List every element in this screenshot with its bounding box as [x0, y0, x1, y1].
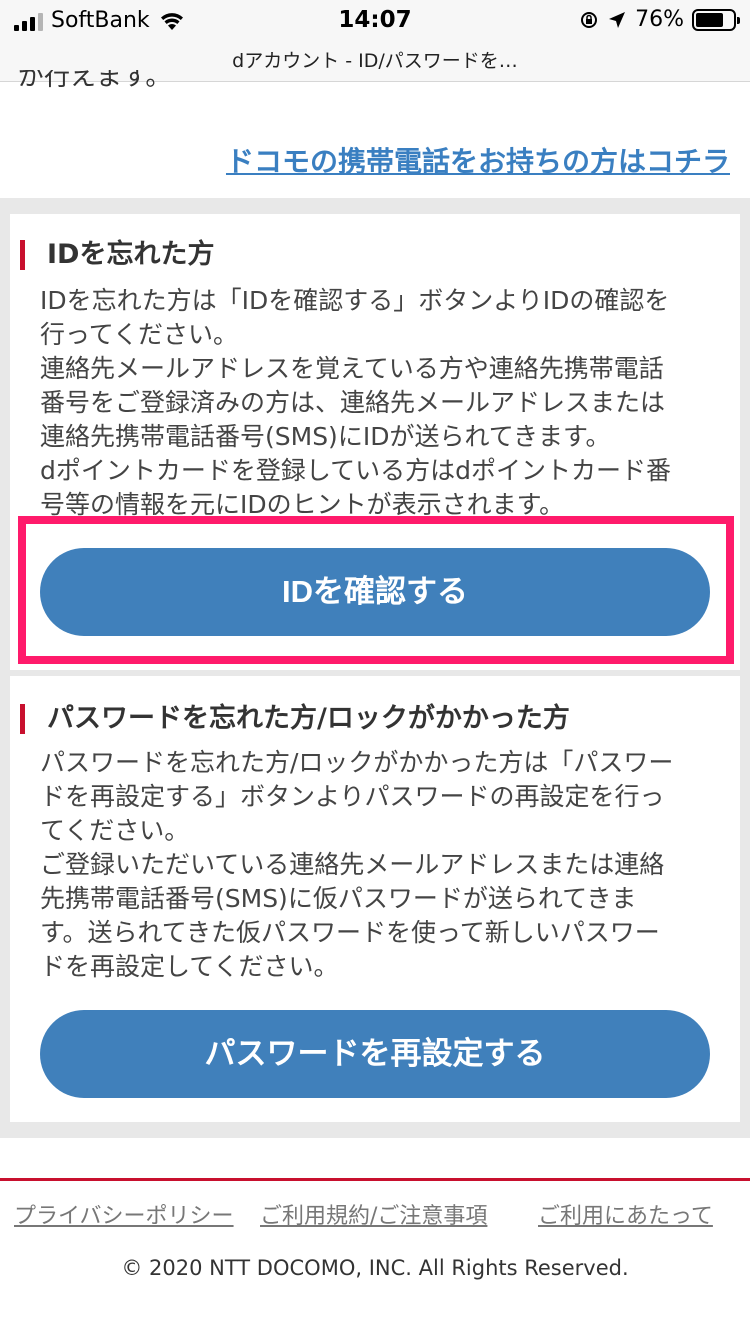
- copyright-text: © 2020 NTT DOCOMO, INC. All Rights Reser…: [121, 1256, 629, 1280]
- id-text-line: 行ってください。: [40, 320, 239, 349]
- password-forgot-panel: パスワードを忘れた方/ロックがかかった方 パスワードを忘れた方/ロックがかかった…: [10, 676, 740, 1122]
- location-icon: [609, 11, 626, 28]
- cut-off-text: が行えます。: [18, 70, 172, 92]
- usage-guide-link[interactable]: ご利用にあたって: [538, 1198, 713, 1230]
- privacy-policy-link[interactable]: プライバシーポリシー: [14, 1198, 234, 1230]
- pw-text-line: ドを再設定してください。: [40, 952, 339, 981]
- id-text-line: 連絡先メールアドレスを覚えている方や連絡先携帯電話: [40, 354, 664, 383]
- id-text-line: 連絡先携帯電話番号(SMS)にIDが送られてきます。: [40, 422, 611, 451]
- pw-text-line: す。送られてきた仮パスワードを使って新しいパスワー: [40, 918, 660, 947]
- pw-text-line: 先携帯電話番号(SMS)に仮パスワードが送られてきま: [40, 884, 637, 913]
- docomo-phone-link[interactable]: ドコモの携帯電話をお持ちの方はコチラ: [226, 140, 730, 180]
- status-right: 76%: [579, 7, 740, 32]
- battery-icon: [692, 8, 740, 31]
- footer-links: プライバシーポリシー ご利用規約/ご注意事項 ご利用にあたって: [0, 1198, 750, 1230]
- battery-fill: [696, 12, 724, 27]
- battery-percent: 76%: [635, 7, 684, 32]
- id-text-line: IDを忘れた方は「IDを確認する」ボタンよりIDの確認を: [40, 286, 670, 315]
- id-text-line: 番号をご登録済みの方は、連絡先メールアドレスまたは: [40, 388, 666, 417]
- orientation-lock-icon: [581, 11, 598, 28]
- id-text-line: dポイントカードを登録している方はdポイントカード番: [40, 456, 671, 485]
- id-section-description: IDを忘れた方は「IDを確認する」ボタンよりIDの確認を 行ってください。 連絡…: [40, 284, 724, 522]
- password-section-heading: パスワードを忘れた方/ロックがかかった方: [20, 704, 570, 734]
- pw-text-line: てください。: [40, 816, 190, 845]
- pw-text-line: ご登録いただいている連絡先メールアドレスまたは連絡: [40, 850, 665, 879]
- pw-text-line: パスワードを忘れた方/ロックがかかった方は「パスワー: [40, 748, 674, 777]
- password-section-description: パスワードを忘れた方/ロックがかかった方は「パスワー ドを再設定する」ボタンより…: [40, 746, 724, 984]
- footer-divider: [0, 1178, 750, 1181]
- status-bar: SoftBank 14:07 76%: [0, 0, 750, 40]
- reset-password-button[interactable]: パスワードを再設定する: [40, 1010, 710, 1098]
- terms-link[interactable]: ご利用規約/ご注意事項: [260, 1198, 487, 1230]
- id-section-heading: IDを忘れた方: [20, 240, 214, 270]
- page-title: dアカウント - ID/パスワードを…: [232, 50, 518, 72]
- highlight-annotation-box: [18, 516, 734, 664]
- pw-text-line: ドを再設定する」ボタンよりパスワードの再設定を行っ: [40, 782, 665, 811]
